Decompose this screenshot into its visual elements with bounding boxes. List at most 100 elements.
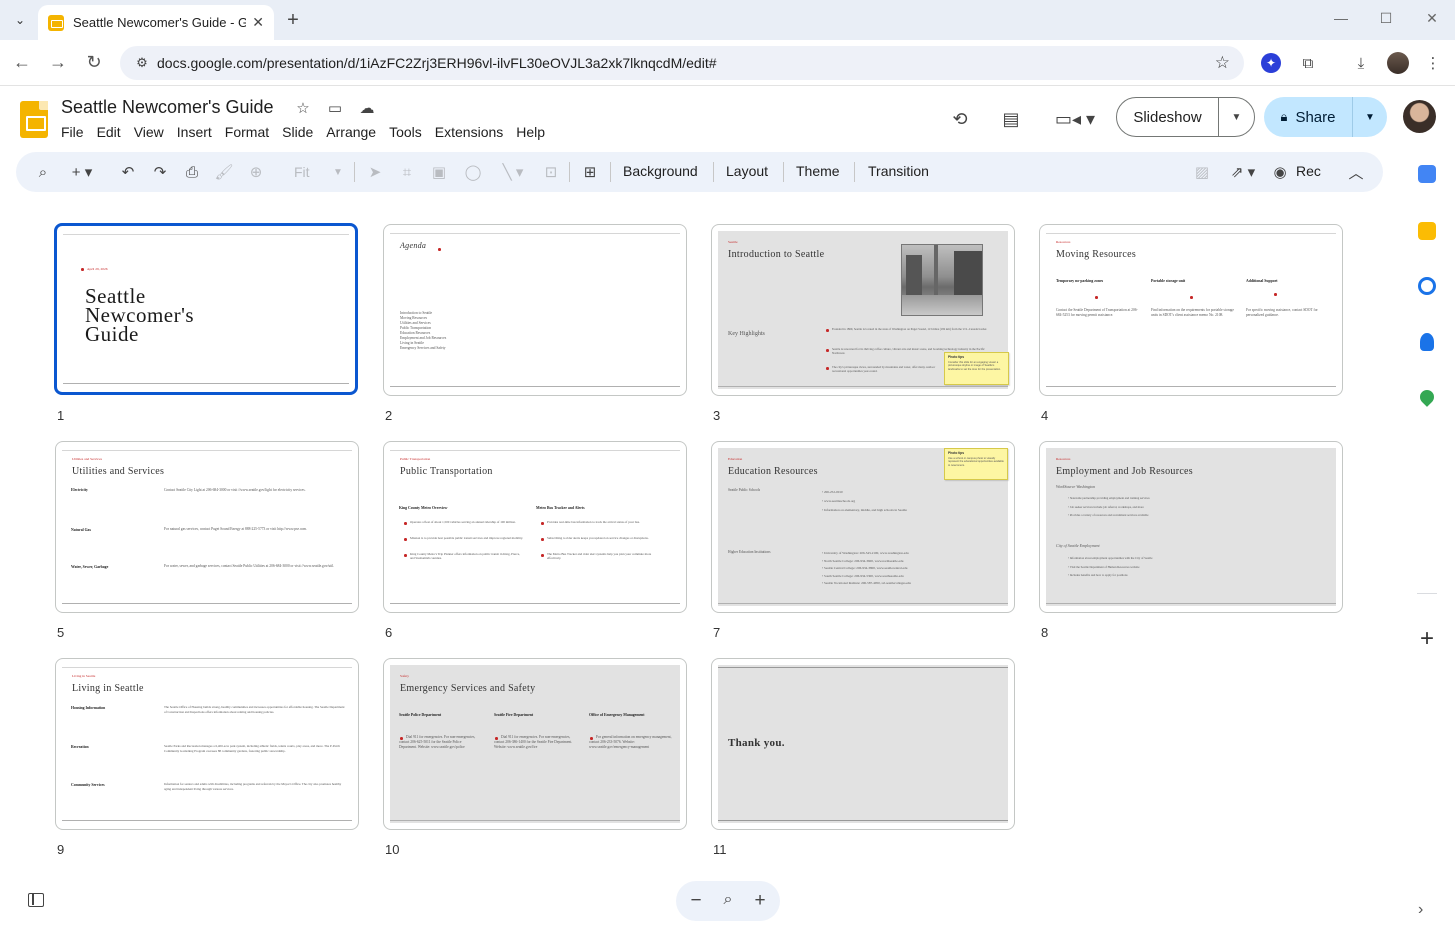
ai-image-icon[interactable]: ▨: [1192, 162, 1212, 182]
theme-button[interactable]: Theme: [796, 163, 840, 179]
document-title[interactable]: Seattle Newcomer's Guide: [61, 97, 274, 118]
seattle-street-photo: [901, 244, 983, 316]
tasks-icon[interactable]: [1418, 277, 1436, 295]
slide-rule: [718, 667, 1008, 668]
zoom-out-icon[interactable]: −: [685, 890, 707, 912]
zoom-dropdown-icon[interactable]: ▼: [331, 162, 345, 182]
slide-thumbnail-7[interactable]: Education Education Resources Seattle Pu…: [711, 441, 1015, 613]
slide-rule: [62, 820, 352, 821]
slide-thumbnail-6[interactable]: Public Transportation Public Transportat…: [383, 441, 687, 613]
print-icon[interactable]: ⎙: [182, 162, 202, 182]
maps-icon[interactable]: [1417, 387, 1437, 407]
slide-thumbnail-4[interactable]: Resources Moving Resources Temporary no-…: [1039, 224, 1343, 396]
zoom-search-icon[interactable]: ⌕: [717, 891, 739, 909]
window-close-icon[interactable]: ✕: [1422, 10, 1442, 27]
extensions-puzzle-icon[interactable]: ⧉: [1297, 52, 1319, 74]
share-main-button[interactable]: 🔒︎ Share: [1264, 97, 1353, 137]
line-icon[interactable]: ╲ ▾: [496, 162, 530, 182]
slide-rule: [1046, 603, 1336, 604]
laser-pointer-icon[interactable]: ⇗ ▾: [1226, 162, 1260, 182]
menu-help[interactable]: Help: [516, 124, 551, 140]
browser-menu-icon[interactable]: ⋮: [1422, 52, 1444, 74]
slide-thumbnail-9[interactable]: Living in Seattle Living in Seattle Hous…: [55, 658, 359, 830]
menu-slide[interactable]: Slide: [282, 124, 319, 140]
layout-button[interactable]: Layout: [726, 163, 768, 179]
keep-icon[interactable]: [1418, 222, 1436, 240]
transition-button[interactable]: Transition: [868, 163, 929, 179]
reload-icon[interactable]: ↻: [83, 52, 105, 73]
minimize-icon[interactable]: —: [1331, 10, 1351, 26]
slide-thumbnail-2[interactable]: Agenda Introduction to Seattle Moving Re…: [383, 224, 687, 396]
text-box-icon[interactable]: ⌗: [397, 162, 417, 182]
shape-icon[interactable]: ◯: [463, 162, 483, 182]
back-icon[interactable]: ←: [11, 52, 33, 73]
share-dropdown-icon[interactable]: ▼: [1353, 97, 1387, 137]
list-item: • South Seattle College: 206-934-5300, w…: [822, 573, 904, 578]
get-addons-icon[interactable]: +: [1416, 625, 1438, 653]
browser-tab[interactable]: Seattle Newcomer's Guide - Go ✕: [38, 5, 274, 40]
slideshow-start-button[interactable]: Slideshow: [1117, 98, 1219, 136]
cloud-status-icon[interactable]: ☁: [357, 99, 377, 117]
new-slide-icon[interactable]: + ▾: [66, 162, 98, 182]
slide-subtitle: Key Highlights: [728, 331, 765, 337]
rec-button[interactable]: Rec: [1296, 163, 1321, 179]
zoom-in-icon[interactable]: +: [749, 890, 771, 912]
menu-edit[interactable]: Edit: [97, 124, 127, 140]
forward-icon[interactable]: →: [47, 52, 69, 73]
paint-format-icon[interactable]: 🖌︎: [214, 162, 234, 182]
download-icon[interactable]: ⤓: [1350, 52, 1372, 74]
slide-kicker: Living in Seattle: [72, 674, 96, 678]
collapse-toolbar-icon[interactable]: ︿: [1346, 162, 1366, 182]
extension-icon[interactable]: ✦: [1261, 53, 1281, 73]
tab-search-icon[interactable]: ⌄: [8, 8, 32, 32]
move-folder-icon[interactable]: ▭: [325, 99, 345, 117]
insert-image-icon[interactable]: ▣: [429, 162, 449, 182]
row-label: Water, Sewer, Garbage: [71, 565, 109, 569]
background-button[interactable]: Background: [623, 163, 698, 179]
record-icon[interactable]: ◉: [1270, 162, 1290, 182]
zoom-icon[interactable]: ⊕: [246, 162, 266, 182]
star-icon[interactable]: ☆: [293, 99, 313, 117]
menu-arrange[interactable]: Arrange: [326, 124, 382, 140]
menu-format[interactable]: Format: [225, 124, 275, 140]
menu-file[interactable]: File: [61, 124, 90, 140]
menu-view[interactable]: View: [134, 124, 170, 140]
menu-tools[interactable]: Tools: [389, 124, 428, 140]
undo-icon[interactable]: ↶: [118, 162, 138, 182]
menu-insert[interactable]: Insert: [177, 124, 218, 140]
meet-video-icon[interactable]: ▭◂ ▾: [1053, 106, 1097, 132]
comments-icon[interactable]: ▤: [998, 106, 1024, 132]
slides-logo-icon[interactable]: [20, 101, 48, 138]
slide-thumbnail-11[interactable]: Thank you.: [711, 658, 1015, 830]
column-heading: Portable storage unit: [1151, 279, 1186, 283]
account-avatar[interactable]: [1403, 100, 1436, 133]
slide-thumbnail-3[interactable]: Seattle Introduction to Seattle Key High…: [711, 224, 1015, 396]
show-side-panel-icon[interactable]: ›: [1418, 901, 1423, 919]
bullet-dot: [541, 538, 544, 541]
redo-icon[interactable]: ↷: [150, 162, 170, 182]
zoom-select[interactable]: Fit: [294, 164, 310, 180]
add-comment-icon[interactable]: ⊞: [580, 162, 600, 182]
slideshow-dropdown-icon[interactable]: ▼: [1219, 98, 1254, 136]
group-label: City of Seattle Employment: [1056, 543, 1100, 548]
version-history-icon[interactable]: ⟲: [947, 106, 973, 132]
new-tab-icon[interactable]: +: [282, 9, 304, 32]
slide-thumbnail-10[interactable]: Safety Emergency Services and Safety Sea…: [383, 658, 687, 830]
slide-thumbnail-8[interactable]: Resources Employment and Job Resources W…: [1039, 441, 1343, 613]
search-menus-icon[interactable]: ⌕: [33, 162, 53, 182]
site-info-icon[interactable]: ⚙: [132, 55, 152, 71]
placeholder-icon[interactable]: ⊡: [541, 162, 561, 182]
maximize-icon[interactable]: ☐: [1376, 10, 1396, 27]
slide-thumbnail-1[interactable]: April 29, 2026 Seattle Newcomer's Guide: [54, 223, 358, 395]
omnibox[interactable]: ⚙ docs.google.com/presentation/d/1iAzFC2…: [120, 46, 1244, 80]
contacts-icon[interactable]: [1420, 333, 1434, 351]
tab-close-icon[interactable]: ✕: [252, 14, 264, 31]
menu-extensions[interactable]: Extensions: [435, 124, 509, 140]
calendar-icon[interactable]: [1418, 165, 1436, 183]
show-filmstrip-icon[interactable]: [28, 893, 44, 907]
slide-thumbnail-5[interactable]: Utilities and Services Utilities and Ser…: [55, 441, 359, 613]
select-cursor-icon[interactable]: ➤: [365, 162, 385, 182]
bookmark-star-icon[interactable]: ☆: [1215, 53, 1230, 73]
profile-avatar[interactable]: [1387, 52, 1409, 74]
url-text[interactable]: docs.google.com/presentation/d/1iAzFC2Zr…: [157, 55, 1215, 71]
